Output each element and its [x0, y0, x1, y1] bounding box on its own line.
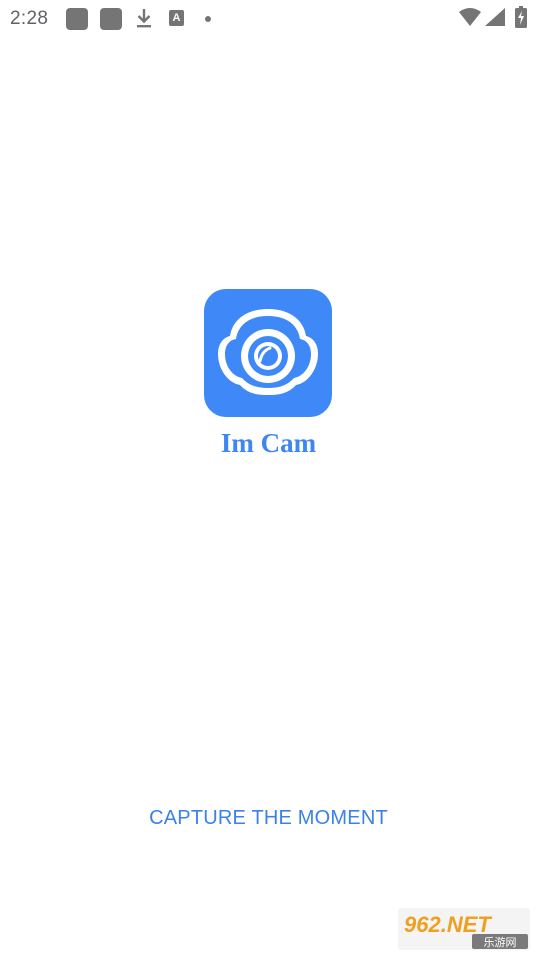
- camera-icon: [218, 309, 318, 395]
- dot-icon: [205, 16, 211, 22]
- battery-icon: [515, 6, 527, 28]
- status-time: 2:28: [10, 8, 49, 29]
- app-notification-icon: [100, 8, 122, 30]
- watermark-brand: 962.NET: [404, 912, 492, 937]
- app-notification-icon: [66, 8, 88, 30]
- watermark-subtitle: 乐游网: [484, 936, 517, 949]
- a-icon: A: [169, 10, 184, 26]
- wifi-icon: [459, 8, 481, 26]
- app-name: Im Cam: [220, 428, 317, 458]
- download-icon: [137, 9, 151, 28]
- watermark-logo: 962.NET 乐游网: [398, 908, 530, 950]
- app-logo: [204, 289, 332, 417]
- splash-screen: 2:28 A Im Cam CAPTURE THE MOMENT 962.NET…: [0, 0, 537, 956]
- status-bar: 2:28 A: [0, 0, 537, 38]
- tagline: CAPTURE THE MOMENT: [149, 807, 388, 829]
- signal-icon: [485, 8, 505, 26]
